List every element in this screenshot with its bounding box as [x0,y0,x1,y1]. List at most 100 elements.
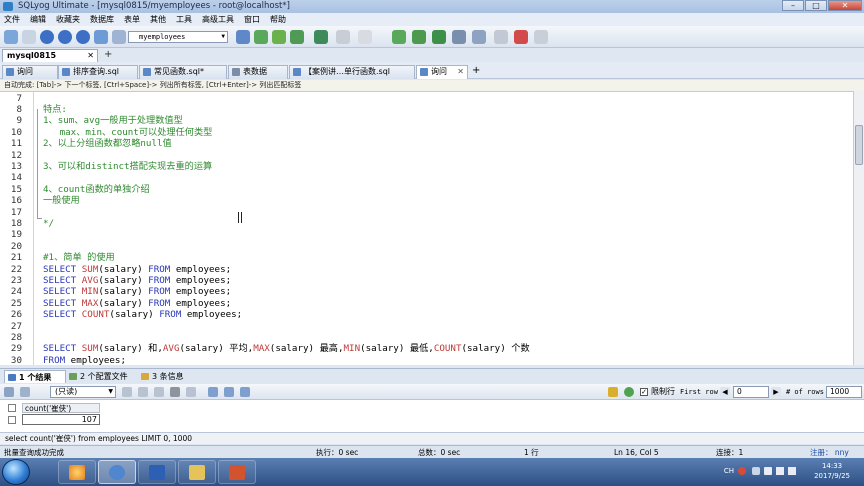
backup-icon[interactable] [254,30,268,44]
flag-icon[interactable] [764,467,772,475]
editor-line[interactable]: 19 [0,229,853,240]
cancel-edit-icon[interactable] [186,387,196,397]
close-icon[interactable]: ✕ [457,66,464,78]
menu-window[interactable]: 窗口 [244,14,260,25]
filter-icon[interactable] [608,387,618,397]
menu-advanced-tools[interactable]: 高级工具 [202,14,234,25]
editor-line[interactable]: 30 FROM employees; [0,355,853,365]
tab-case-single-row-functions[interactable]: 【案例讲…单行函数.sql [289,65,415,79]
editor-line[interactable]: 18 */ [0,218,853,229]
export-icon[interactable] [472,30,486,44]
editor-line[interactable]: 24 SELECT MIN(salary) FROM employees; [0,286,853,297]
editor-line[interactable]: 10 max、min、count可以处理任何类型 [0,127,853,138]
close-icon[interactable]: ✕ [87,50,94,62]
query-builder-icon[interactable] [358,30,372,44]
delete-row-icon[interactable] [170,387,180,397]
table-designer-icon[interactable] [336,30,350,44]
editor-line[interactable]: 11 2、以上分组函数都忽略null值 [0,138,853,149]
taskbar-powerpoint[interactable] [218,460,256,484]
editor-line[interactable]: 17 [0,207,853,218]
job-agent-icon[interactable] [412,30,426,44]
import-icon[interactable] [290,30,304,44]
tab-sort-query[interactable]: 排序查询.sql [58,65,138,79]
editor-line[interactable]: 12 [0,150,853,161]
grid-view-icon[interactable] [4,387,14,397]
tab-common-functions[interactable]: 常见函数.sql* [139,65,227,79]
editor-line[interactable]: 13 3、可以和distinct搭配实现去重的运算 [0,161,853,172]
tab-messages[interactable]: 3 条信息 [138,370,198,383]
add-tab-button[interactable]: + [472,65,480,76]
options-icon[interactable] [534,30,548,44]
minimize-button[interactable]: – [782,0,804,11]
editor-line[interactable]: 27 [0,321,853,332]
maximize-button[interactable]: □ [805,0,827,11]
editor-line[interactable]: 14 [0,172,853,183]
menu-favorites[interactable]: 收藏夹 [56,14,80,25]
editor-line[interactable]: 8 特点: [0,104,853,115]
text-mode-icon[interactable] [240,387,250,397]
tab-table-data[interactable]: 表数据 [228,65,288,79]
editor-line[interactable]: 28 [0,332,853,343]
tab-results[interactable]: 1 个结果 [4,370,66,383]
previous-page-icon[interactable]: ◀ [720,387,730,397]
close-button[interactable]: ✕ [828,0,862,11]
editor-line[interactable]: 26 SELECT COUNT(salary) FROM employees; [0,309,853,320]
schema-sync-icon[interactable] [314,30,328,44]
row-checkbox[interactable] [8,416,16,424]
menu-table[interactable]: 表单 [124,14,140,25]
tab-query-active[interactable]: 询问 ✕ [416,65,468,79]
editor-scrollbar[interactable] [853,91,864,365]
grid-mode-icon[interactable] [208,387,218,397]
editor-line[interactable]: 23 SELECT AVG(salary) FROM employees; [0,275,853,286]
tab-query-1[interactable]: 询问 [2,65,58,79]
database-select[interactable]: myemployees ▼ [128,31,228,43]
rows-input[interactable]: 1000 [826,386,862,398]
execute-query-icon[interactable] [40,30,54,44]
connect-icon[interactable] [22,30,36,44]
select-all-checkbox[interactable] [8,404,16,412]
editor-line[interactable]: 22 SELECT SUM(salary) FROM employees; [0,264,853,275]
user-icon[interactable] [236,30,250,44]
notification-icon[interactable] [432,30,446,44]
menu-help[interactable]: 帮助 [270,14,286,25]
dropdown-icon[interactable] [112,30,126,44]
menu-edit[interactable]: 编辑 [30,14,46,25]
execute-all-icon[interactable] [58,30,72,44]
result-cell[interactable]: 107 [22,414,100,425]
language-indicator[interactable]: CH [724,467,734,475]
edit-row-icon[interactable] [122,387,132,397]
editor-line[interactable]: 29 SELECT SUM(salary) 和,AVG(salary) 平均,MA… [0,343,853,354]
refresh-result-icon[interactable] [624,387,634,397]
network-icon[interactable] [776,467,784,475]
editor-line[interactable]: 15 4、count函数的单独介绍 [0,184,853,195]
sql-editor[interactable]: 7 8 特点: 9 1、sum、avg一般用于处理数值型 10 max、min、count… [0,91,853,365]
taskbar-explorer[interactable] [178,460,216,484]
scrollbar-thumb[interactable] [855,125,863,165]
editor-line[interactable]: 16 一般使用 [0,195,853,206]
editor-line[interactable]: 25 SELECT MAX(salary) FROM employees; [0,298,853,309]
ime-icon[interactable] [738,467,746,475]
menu-database[interactable]: 数据库 [90,14,114,25]
insert-row-icon[interactable] [138,387,148,397]
editor-line[interactable]: 9 1、sum、avg一般用于处理数值型 [0,115,853,126]
add-connection-button[interactable]: + [104,49,112,60]
tab-profiles[interactable]: 2 个配置文件 [66,370,138,383]
limit-checkbox[interactable]: ✓ [640,388,648,396]
format-icon[interactable] [514,30,528,44]
first-row-input[interactable]: 0 [733,386,769,398]
taskbar-browser[interactable] [58,460,96,484]
save-row-icon[interactable] [154,387,164,397]
menu-file[interactable]: 文件 [4,14,20,25]
editor-line[interactable]: 7 [0,93,853,104]
readonly-select[interactable]: (只读) ▼ [50,386,116,398]
help-icon[interactable] [752,467,760,475]
menu-tools[interactable]: 工具 [176,14,192,25]
volume-icon[interactable] [788,467,796,475]
new-connection-icon[interactable] [4,30,18,44]
stop-icon[interactable] [76,30,90,44]
taskbar-sqlyog[interactable] [98,460,136,484]
start-button[interactable] [2,459,30,485]
next-page-icon[interactable]: ▶ [771,387,781,397]
refresh-icon[interactable] [94,30,108,44]
editor-line[interactable]: 21 #1、简单 的使用 [0,252,853,263]
